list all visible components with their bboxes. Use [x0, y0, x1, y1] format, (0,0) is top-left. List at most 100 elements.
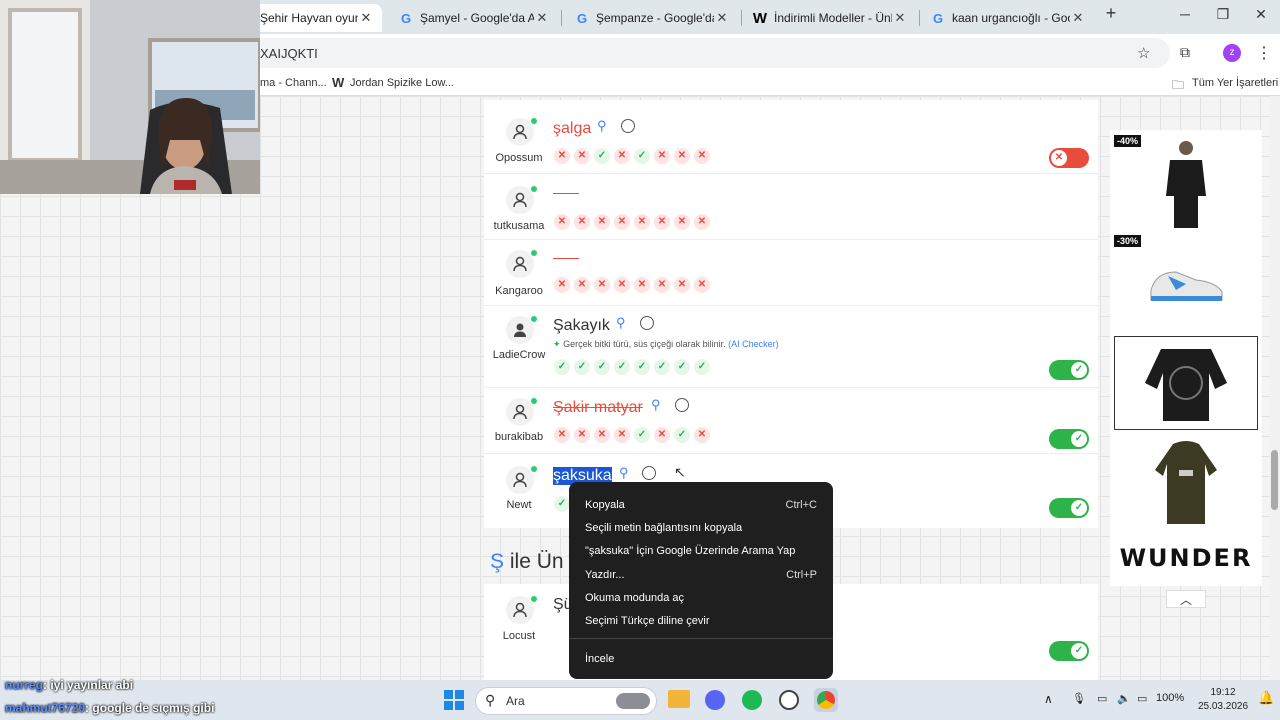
search-icon[interactable]: ⚲ [616, 315, 626, 331]
windows-start-icon[interactable] [444, 690, 464, 710]
battery-icon[interactable]: ▭ [1137, 692, 1147, 705]
profile-avatar[interactable]: z [1223, 44, 1241, 62]
star-icon[interactable]: ☆ [1137, 44, 1150, 62]
spotify-icon[interactable] [742, 690, 762, 710]
ai-checker-link[interactable]: (AI Checker) [728, 339, 779, 349]
ad-product-tracksuit[interactable] [1114, 136, 1258, 232]
vote-no-icon: ✕ [654, 214, 670, 230]
approve-toggle[interactable]: ✓ [1049, 429, 1089, 449]
approve-toggle[interactable]: ✕ [1049, 148, 1089, 168]
vote-no-icon: ✕ [594, 427, 610, 443]
ad-product-sweater[interactable] [1114, 336, 1258, 430]
vote-no-icon: ✕ [694, 277, 710, 293]
search-icon: ⚲ [485, 692, 496, 708]
approve-toggle[interactable]: ✓ [1049, 360, 1089, 380]
tab-sempanze[interactable]: G Şempanze - Google'da Ara ✕ [566, 4, 738, 32]
answer-row: LadieCrow Şakayık ⚲ ✦ Gerçek bitki türü,… [484, 306, 1098, 388]
search-icon[interactable]: ⚲ [597, 118, 607, 134]
webcam-overlay [0, 0, 260, 194]
chevron-up-icon[interactable]: ︿ [1166, 590, 1206, 608]
check-icon: ✓ [1071, 431, 1087, 447]
menu-item-copy[interactable]: Kopyala [585, 499, 625, 511]
menu-item-print[interactable]: Yazdır... [585, 569, 625, 581]
user-icon [506, 466, 534, 494]
answer-row: Opossum şalga ⚲ ✕ ✕ ✓ ✕ ✓ ✕ ✕ ✕ ✕ [484, 106, 1098, 174]
vote-list: ✕ ✕ ✕ ✕ ✕ ✕ ✕ ✕ [554, 214, 714, 230]
react-emoji-icon[interactable] [642, 466, 656, 480]
ad-product-hoodie[interactable] [1114, 436, 1258, 532]
close-icon[interactable]: ✕ [534, 10, 550, 26]
extensions-icon[interactable]: ⧉ [1180, 44, 1190, 61]
close-icon[interactable]: ✕ [892, 10, 908, 26]
menu-kebab-icon[interactable]: ⋮ [1256, 43, 1272, 63]
clock-date[interactable]: 25.03.2026 [1196, 701, 1250, 712]
react-emoji-icon[interactable] [621, 119, 635, 133]
clock-time[interactable]: 19:12 [1196, 687, 1250, 698]
close-icon[interactable]: ✕ [1070, 10, 1086, 26]
menu-item-translate[interactable]: Seçimi Türkçe diline çevir [585, 615, 710, 627]
microphone-icon[interactable]: 🎙 [1072, 692, 1086, 705]
approve-toggle[interactable]: ✓ [1049, 641, 1089, 661]
restore-icon[interactable]: ❐ [1208, 6, 1238, 23]
tab-indirimli-modeller[interactable]: W İndirimli Modeller - Ünlü M ✕ [744, 4, 916, 32]
minimize-icon[interactable]: ─ [1170, 6, 1200, 22]
google-icon: G [400, 10, 412, 26]
vote-no-icon: ✕ [594, 214, 610, 230]
chrome-taskbar-button[interactable] [814, 688, 838, 712]
vote-no-icon: ✕ [614, 427, 630, 443]
react-emoji-icon [640, 316, 654, 330]
vote-no-icon: ✕ [694, 148, 710, 164]
check-icon: ✓ [1071, 362, 1087, 378]
vote-no-icon: ✕ [674, 148, 690, 164]
tab-title: Şamyel - Google'da Ara [420, 11, 534, 25]
menu-item-inspect[interactable]: İncele [585, 653, 614, 665]
file-explorer-icon[interactable] [668, 690, 690, 708]
vote-yes-icon: ✓ [554, 496, 570, 512]
tab-divider [741, 10, 742, 26]
chat-username: mahmut76720 [5, 701, 86, 715]
username: Opossum [495, 152, 543, 164]
vote-list: ✕ ✕ ✓ ✕ ✓ ✕ ✕ ✕ [554, 148, 714, 164]
close-icon[interactable]: ✕ [358, 10, 374, 26]
notification-icon[interactable]: 🔔 [1258, 690, 1274, 706]
bookmark-item[interactable]: Jordan Spizike Low... [350, 77, 454, 89]
close-icon[interactable]: ✕ [714, 10, 730, 26]
page-scrollbar[interactable] [1270, 96, 1280, 680]
taskbar-search[interactable]: ⚲ Ara [475, 687, 657, 715]
vote-no-icon: ✕ [634, 277, 650, 293]
tab-title: İndirimli Modeller - Ünlü M [774, 11, 892, 25]
network-icon[interactable]: ▭ [1097, 692, 1107, 705]
volume-icon[interactable]: 🔈 [1117, 692, 1131, 705]
ad-product-sneaker[interactable] [1114, 234, 1258, 330]
vote-no-icon: ✕ [694, 427, 710, 443]
wunder-icon: W [332, 75, 345, 90]
vote-no-icon: ✕ [554, 148, 570, 164]
app-icon[interactable] [779, 690, 799, 710]
all-bookmarks[interactable]: Tüm Yer İşaretleri [1192, 77, 1278, 89]
tab-kaan[interactable]: G kaan urgancıoğlı - Google ✕ [922, 4, 1094, 32]
online-indicator [531, 316, 537, 322]
bookmark-item[interactable]: ma - Chann... [260, 77, 327, 89]
react-emoji-icon[interactable] [675, 398, 689, 412]
close-window-icon[interactable]: ✕ [1246, 6, 1276, 23]
menu-item-reading-mode[interactable]: Okuma modunda aç [585, 592, 684, 604]
user-icon [506, 596, 534, 624]
vote-no-icon: ✕ [594, 277, 610, 293]
url-field[interactable]: XAIJQKTI [250, 38, 1170, 68]
tab-samyel[interactable]: G Şamyel - Google'da Ara ✕ [390, 4, 558, 32]
tab-title: Şehir Hayvan oyununa [260, 11, 358, 25]
menu-item-copy-link[interactable]: Seçili metin bağlantısını kopyala [585, 522, 742, 534]
chevron-up-icon[interactable]: ∧ [1044, 692, 1053, 706]
search-icon[interactable]: ⚲ [651, 397, 661, 413]
page-scrollbar-thumb[interactable] [1271, 450, 1278, 510]
menu-item-google-search[interactable]: "şaksuka" İçin Google Üzerinde Arama Yap [585, 545, 795, 557]
discord-icon[interactable] [705, 690, 725, 710]
vote-yes-icon: ✓ [574, 359, 590, 375]
username: Kangaroo [495, 285, 543, 297]
search-icon[interactable]: ⚲ [619, 465, 629, 481]
ad-brand-logo[interactable]: WUNDER [1110, 544, 1262, 572]
new-tab-button[interactable]: + [1096, 3, 1126, 24]
tab-sehir-hayvan[interactable]: Şehir Hayvan oyununa ✕ [252, 4, 382, 32]
approve-toggle[interactable]: ✓ [1049, 498, 1089, 518]
username: Locust [502, 630, 536, 642]
